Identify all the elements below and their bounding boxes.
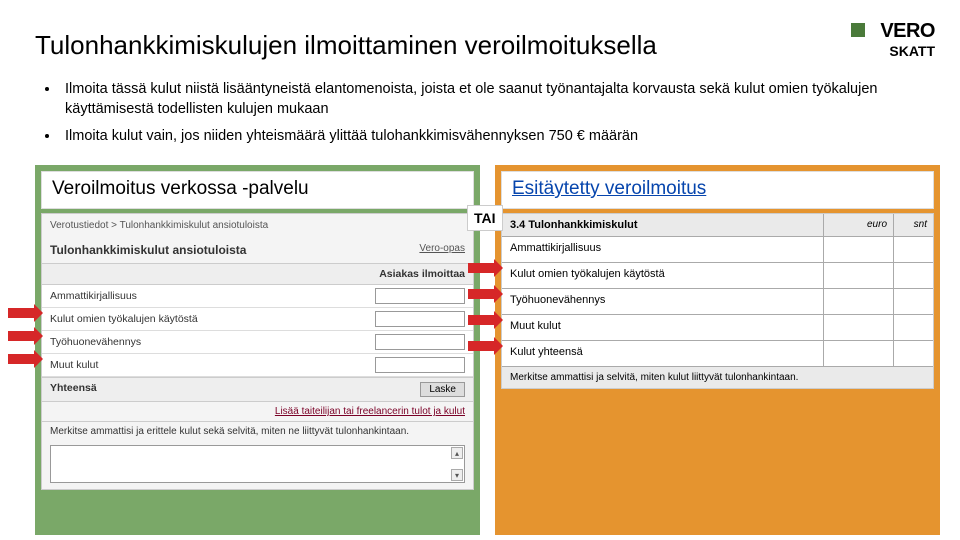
bullet-item: Ilmoita tässä kulut niistä lisääntyneist…: [60, 79, 930, 120]
table-row: Muut kulut: [502, 315, 933, 341]
panel-right-title: Esitäytetty veroilmoitus: [501, 171, 934, 209]
arrow-icon: [8, 354, 34, 364]
breadcrumb: Verotustiedot > Tulonhankkimiskulut ansi…: [42, 214, 473, 237]
panel-online-service: Veroilmoitus verkossa -palvelu Verotusti…: [35, 165, 480, 535]
table-row: Ammattikirjallisuus: [502, 237, 933, 263]
logo-vero: VERO: [880, 20, 935, 43]
row-label: Kulut yhteensä: [502, 341, 823, 366]
form-row: Muut kulut: [42, 354, 473, 377]
guide-link[interactable]: Vero-opas: [419, 243, 465, 257]
panel-prefilled: TAI Esitäytetty veroilmoitus 3.4 Tulonha…: [495, 165, 940, 535]
total-label: Yhteensä: [50, 382, 97, 397]
col-euro: euro: [823, 214, 893, 236]
amount-input[interactable]: [375, 334, 465, 350]
row-label: Kulut omien työkalujen käytöstä: [502, 263, 823, 288]
arrow-icon: [468, 263, 494, 273]
logo-skatt: SKATT: [880, 43, 935, 59]
form-subheader: Asiakas ilmoittaa: [42, 264, 473, 285]
table-row: Kulut yhteensä: [502, 341, 933, 367]
logo: VERO SKATT: [880, 20, 935, 59]
row-label: Ammattikirjallisuus: [50, 290, 375, 302]
notes-textarea[interactable]: ▴ ▾: [50, 445, 465, 483]
row-label: Työhuonevähennys: [50, 336, 375, 348]
arrow-icon: [468, 289, 494, 299]
form-row: Ammattikirjallisuus: [42, 285, 473, 308]
table-note: Merkitse ammattisi ja selvitä, miten kul…: [502, 367, 933, 388]
section-label: 3.4 Tulonhankkimiskulut: [502, 214, 823, 236]
arrow-icon: [8, 308, 34, 318]
col-snt: snt: [893, 214, 933, 236]
row-label: Työhuonevähennys: [502, 289, 823, 314]
amount-input[interactable]: [375, 288, 465, 304]
arrow-icon: [468, 315, 494, 325]
panel-left-title: Veroilmoitus verkossa -palvelu: [41, 171, 474, 209]
bullet-list: Ilmoita tässä kulut niistä lisääntyneist…: [0, 61, 960, 164]
arrow-icon: [468, 341, 494, 351]
or-badge: TAI: [467, 205, 503, 231]
logo-mark: [851, 23, 865, 37]
online-form: Verotustiedot > Tulonhankkimiskulut ansi…: [41, 213, 474, 490]
freelancer-link-row: Lisää taiteilijan tai freelancerin tulot…: [42, 402, 473, 421]
row-label: Ammattikirjallisuus: [502, 237, 823, 262]
total-row: Yhteensä Laske: [42, 377, 473, 402]
bullet-item: Ilmoita kulut vain, jos niiden yhteismää…: [60, 126, 930, 146]
scroll-down-icon[interactable]: ▾: [451, 469, 463, 481]
note-label: Merkitse ammattisi ja erittele kulut sek…: [42, 421, 473, 441]
row-label: Kulut omien työkalujen käytöstä: [50, 313, 375, 325]
form-row: Kulut omien työkalujen käytöstä: [42, 308, 473, 331]
row-label: Muut kulut: [502, 315, 823, 340]
arrow-icon: [8, 331, 34, 341]
form-row: Työhuonevähennys: [42, 331, 473, 354]
scroll-up-icon[interactable]: ▴: [451, 447, 463, 459]
table-row: Työhuonevähennys: [502, 289, 933, 315]
page-title: Tulonhankkimiskulujen ilmoittaminen vero…: [0, 0, 960, 61]
form-heading-text: Tulonhankkimiskulut ansiotuloista: [50, 243, 246, 257]
amount-input[interactable]: [375, 311, 465, 327]
table-header: 3.4 Tulonhankkimiskulut euro snt: [502, 214, 933, 237]
amount-input[interactable]: [375, 357, 465, 373]
freelancer-link[interactable]: Lisää taiteilijan tai freelancerin tulot…: [275, 406, 465, 417]
calculate-button[interactable]: Laske: [420, 382, 465, 397]
row-label: Muut kulut: [50, 359, 375, 371]
table-row: Kulut omien työkalujen käytöstä: [502, 263, 933, 289]
form-heading: Tulonhankkimiskulut ansiotuloista Vero-o…: [42, 237, 473, 264]
prefilled-table: 3.4 Tulonhankkimiskulut euro snt Ammatti…: [501, 213, 934, 389]
